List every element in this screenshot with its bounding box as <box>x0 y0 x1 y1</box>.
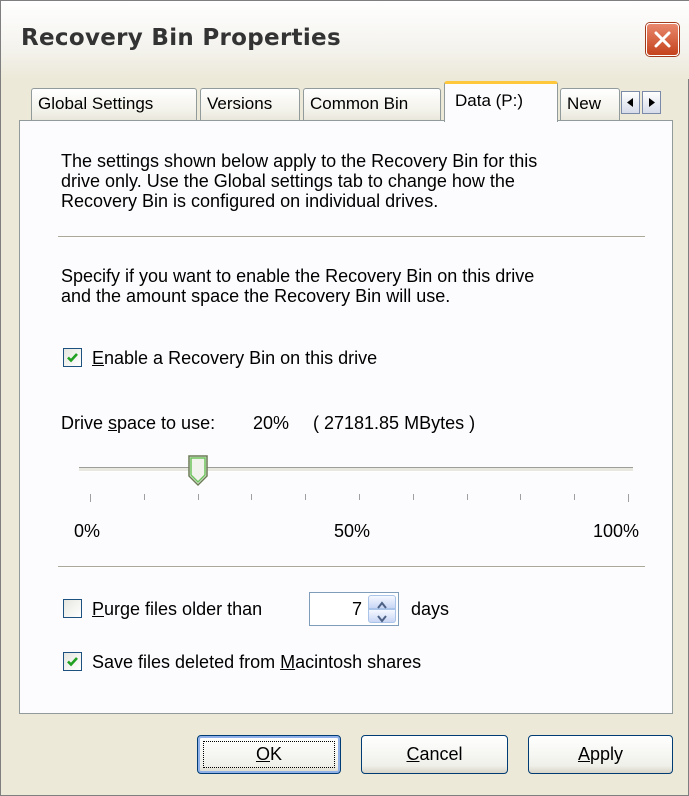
slider-tick <box>143 494 145 500</box>
intro-line: The settings shown below apply to the Re… <box>61 151 538 171</box>
close-icon <box>654 31 671 48</box>
slider-mid-label: 50% <box>334 521 371 541</box>
enable-recovery-bin-label[interactable]: Enable a Recovery Bin on this drive <box>92 348 377 368</box>
specify-text: Specify if you want to enable the Recove… <box>61 266 534 306</box>
tab-global-settings[interactable]: Global Settings <box>31 88 197 120</box>
purge-files-label[interactable]: Purge files older than <box>92 599 262 619</box>
slider-tick <box>628 494 629 502</box>
slider-thumb-icon <box>187 455 208 487</box>
slider-tick <box>305 494 307 500</box>
properties-dialog: Recovery Bin Properties Global Settings … <box>0 0 689 796</box>
intro-line: drive only. Use the Global settings tab … <box>61 171 515 191</box>
ok-button[interactable]: OK <box>197 735 341 774</box>
purge-days-stepper[interactable]: 7 <box>309 592 399 626</box>
slider-max-label: 100% <box>593 521 640 541</box>
arrow-left-icon <box>627 98 633 107</box>
slider-tick <box>412 494 414 500</box>
window-title: Recovery Bin Properties <box>21 25 341 51</box>
apply-button[interactable]: Apply <box>528 735 673 774</box>
divider <box>58 236 645 238</box>
slider-tick <box>90 494 91 502</box>
slider-min-label: 0% <box>74 521 101 541</box>
cancel-button[interactable]: Cancel <box>361 735 508 774</box>
tab-common-bin[interactable]: Common Bin <box>303 88 441 120</box>
drive-space-mbytes: ( 27181.85 MBytes ) <box>313 413 476 433</box>
intro-text: The settings shown below apply to the Re… <box>61 151 537 211</box>
purge-days-value[interactable]: 7 <box>352 599 362 620</box>
slider-tick <box>359 494 360 500</box>
tab-scroll-left-button[interactable] <box>621 91 640 114</box>
slider-tick <box>197 494 199 500</box>
enable-recovery-bin-checkbox[interactable] <box>63 348 82 367</box>
arrow-right-icon <box>649 98 655 107</box>
slider-tick <box>574 494 576 500</box>
tab-scroll-right-button[interactable] <box>642 91 661 114</box>
tab-versions[interactable]: Versions <box>200 88 300 120</box>
save-mac-files-checkbox[interactable] <box>63 652 82 671</box>
drive-space-slider-track[interactable] <box>79 467 633 472</box>
slider-tick <box>466 494 468 500</box>
chevron-down-icon <box>377 615 387 623</box>
specify-line: and the amount space the Recovery Bin wi… <box>61 286 451 306</box>
drive-space-slider-thumb[interactable] <box>187 454 209 487</box>
purge-days-unit: days <box>411 599 450 619</box>
tab-new[interactable]: New <box>560 88 620 120</box>
slider-tick <box>251 494 253 500</box>
drive-space-label: Drive space to use: <box>61 413 216 433</box>
close-button[interactable] <box>646 23 679 56</box>
checkmark-icon <box>67 353 78 363</box>
title-bar[interactable]: Recovery Bin Properties <box>1 1 689 79</box>
purge-files-checkbox[interactable] <box>63 599 82 618</box>
checkmark-icon <box>67 657 78 667</box>
intro-line: Recovery Bin is configured on individual… <box>61 191 439 211</box>
tab-data-p[interactable]: Data (P:) <box>444 81 558 122</box>
save-mac-files-label[interactable]: Save files deleted from Macintosh shares <box>92 652 421 672</box>
focus-rect <box>203 741 335 768</box>
spin-up-button[interactable] <box>368 595 396 609</box>
spin-down-button[interactable] <box>368 609 396 623</box>
specify-line: Specify if you want to enable the Recove… <box>61 266 535 286</box>
spin-buttons <box>368 595 396 623</box>
drive-space-percent: 20% <box>253 413 290 433</box>
slider-tick <box>520 494 522 500</box>
divider <box>58 566 645 568</box>
